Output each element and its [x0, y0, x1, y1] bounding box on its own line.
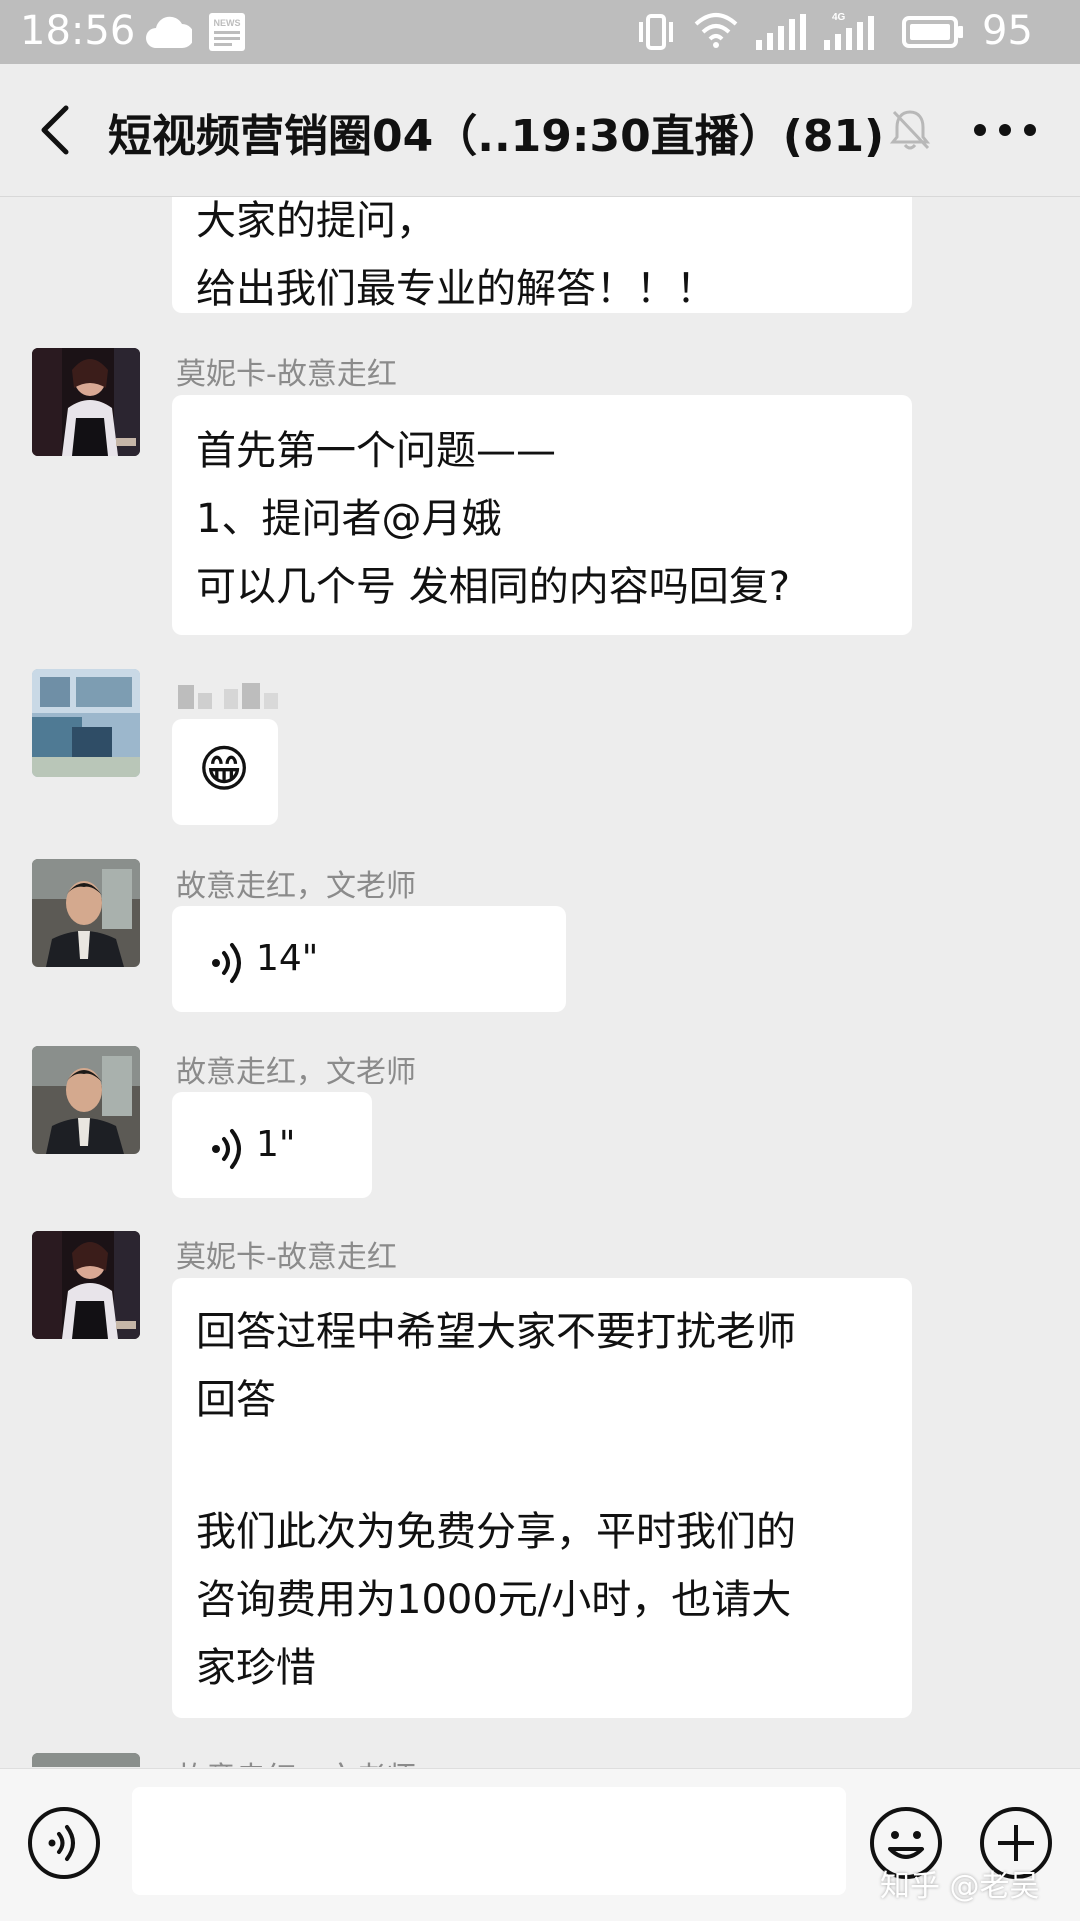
avatar[interactable]: [32, 669, 140, 777]
network-label: 4G: [832, 12, 846, 23]
message-line: 大家的提问，: [196, 198, 436, 244]
voice-input-button[interactable]: [26, 1805, 102, 1885]
back-button[interactable]: [32, 102, 80, 158]
message-input[interactable]: [132, 1787, 846, 1895]
voice-message-bubble[interactable]: 1": [172, 1092, 372, 1198]
status-bar: 18:56 NEWS 4G 95: [0, 0, 1080, 64]
message-line: [196, 1434, 886, 1498]
avatar[interactable]: [32, 1231, 140, 1339]
voice-wave-icon: [210, 1124, 246, 1192]
watermark: 知乎 @老吴: [880, 1869, 1040, 1904]
message-line: 1、提问者@月娥: [196, 496, 502, 542]
message-line: 可以几个号 发相同的内容吗回复?: [196, 564, 790, 610]
message-bubble[interactable]: 大家的提问， 给出我们最专业的解答！！！: [172, 197, 912, 313]
voice-duration: 1": [256, 1124, 296, 1165]
avatar[interactable]: [32, 1046, 140, 1154]
avatar[interactable]: [32, 1753, 140, 1767]
avatar[interactable]: [32, 348, 140, 456]
chat-header: 短视频营销圈04（..19:30直播）(81): [0, 64, 1080, 197]
mute-bell-icon: [888, 108, 932, 156]
signal-icon: [754, 14, 808, 54]
voice-message-bubble[interactable]: 14": [172, 906, 566, 1012]
voice-wave-icon: [210, 938, 246, 1006]
message-bubble[interactable]: 😁: [172, 719, 278, 825]
message-line: 给出我们最专业的解答！！！: [196, 266, 716, 312]
message-line: 回答过程中希望大家不要打扰老师: [196, 1309, 796, 1355]
message-line: 首先第一个问题——: [196, 428, 556, 474]
chat-title[interactable]: 短视频营销圈04（..19:30直播）(81): [108, 100, 884, 164]
battery-icon: [902, 16, 964, 52]
sender-name: 故意走红，文老师: [176, 1055, 416, 1090]
more-options-button[interactable]: [972, 122, 1038, 138]
news-icon: NEWS: [208, 12, 246, 56]
message-line: 家珍惜: [196, 1645, 316, 1691]
signal-4g-icon: 4G: [822, 10, 878, 56]
wifi-icon: [694, 12, 738, 54]
message-line: 我们此次为免费分享，平时我们的: [196, 1509, 796, 1555]
news-label: NEWS: [214, 18, 241, 28]
cloud-icon: [146, 14, 194, 54]
message-line: 咨询费用为1000元/小时，也请大: [196, 1577, 792, 1623]
chat-messages[interactable]: 大家的提问， 给出我们最专业的解答！！！ 莫妮卡-故意走红 首先第一个问题—— …: [0, 197, 1080, 1767]
status-time: 18:56: [20, 8, 136, 54]
grinning-emoji: 😁: [198, 740, 251, 798]
message-bubble[interactable]: 回答过程中希望大家不要打扰老师 回答 我们此次为免费分享，平时我们的 咨询费用为…: [172, 1278, 912, 1718]
avatar[interactable]: [32, 859, 140, 967]
input-bar: 知乎 @老吴: [0, 1768, 1080, 1921]
sender-name: 故意走红，文老师: [176, 869, 416, 904]
sender-name: 莫妮卡-故意走红: [176, 357, 397, 392]
sender-name: 故意走红，文老师: [176, 1753, 416, 1767]
battery-percent: 95: [982, 8, 1033, 54]
message-bubble[interactable]: 首先第一个问题—— 1、提问者@月娥 可以几个号 发相同的内容吗回复?: [172, 395, 912, 635]
message-line: 回答: [196, 1377, 276, 1423]
sender-name: 莫妮卡-故意走红: [176, 1240, 397, 1275]
status-indicators: 4G 95: [636, 8, 1066, 56]
vibrate-icon: [636, 14, 676, 54]
voice-duration: 14": [256, 938, 319, 979]
